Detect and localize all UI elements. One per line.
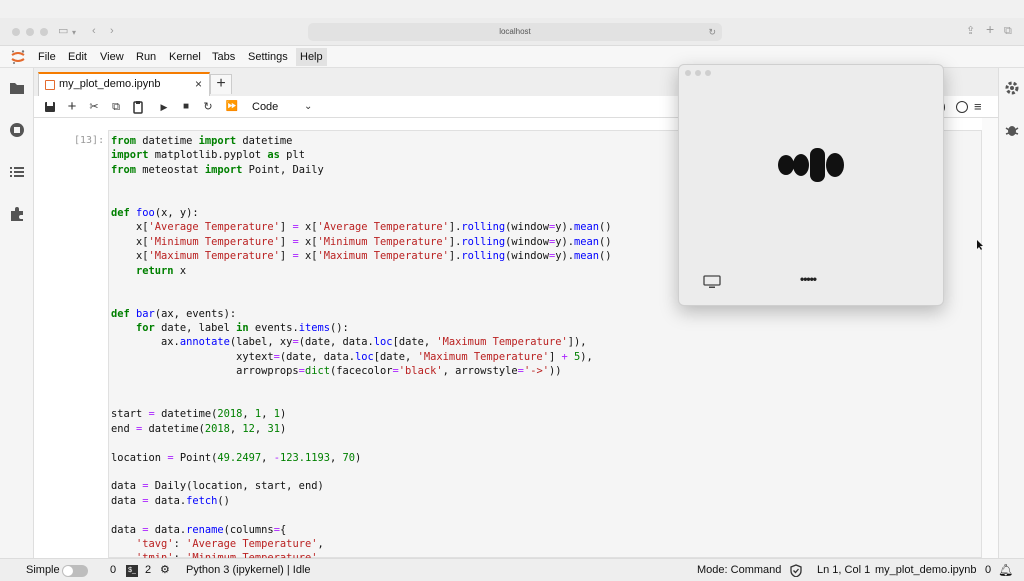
mouse-cursor-icon <box>977 240 983 250</box>
property-inspector-gear-icon[interactable] <box>1004 80 1020 96</box>
menu-file[interactable]: File <box>34 50 60 64</box>
jupyter-logo-icon <box>11 50 25 64</box>
screen: ▭ ▾ ‹ › localhost ↻ ⇪ + ⧉ File Edit View… <box>0 0 1024 581</box>
kernel-count[interactable]: 2 <box>145 564 151 577</box>
tab-notebook[interactable]: my_plot_demo.ipynb × <box>38 72 210 96</box>
cell-type-select[interactable]: Code <box>252 98 278 116</box>
app-logo-icon <box>778 148 844 182</box>
notebook-scrollbar[interactable] <box>982 118 998 558</box>
chevron-down-icon[interactable]: ⌄ <box>304 98 312 116</box>
tab-overview-icon[interactable]: ⧉ <box>1004 24 1012 38</box>
reload-icon[interactable]: ↻ <box>708 23 716 41</box>
save-icon[interactable] <box>42 99 58 115</box>
browser-toolbar: ▭ ▾ ‹ › localhost ↻ ⇪ + ⧉ <box>0 18 1024 46</box>
folder-icon[interactable] <box>9 80 25 96</box>
status-bar: Simple 0 $_ 2 ⚙ Python 3 (ipykernel) | I… <box>0 558 1024 581</box>
sidebar-toggle-icon[interactable]: ▭ <box>58 24 68 38</box>
terminal-icon[interactable]: $_ <box>126 565 138 577</box>
address-text: localhost <box>499 27 531 36</box>
overlay-window[interactable]: ••••• <box>678 64 944 306</box>
code-editor[interactable]: from datetime import datetime import matp… <box>111 134 612 558</box>
new-tab-icon[interactable]: + <box>986 22 994 36</box>
shield-check-icon[interactable] <box>790 564 802 577</box>
bell-icon[interactable]: 🔔︎ <box>998 564 1013 577</box>
menu-kernel[interactable]: Kernel <box>165 50 205 64</box>
running-kernels-icon[interactable] <box>9 122 25 138</box>
cut-icon[interactable]: ✂ <box>86 99 102 115</box>
overlay-minimize-button[interactable] <box>695 70 701 76</box>
paste-icon[interactable] <box>130 99 146 115</box>
left-sidebar <box>0 68 34 558</box>
kernel-status-circle-icon <box>956 101 968 113</box>
menu-edit[interactable]: Edit <box>64 50 91 64</box>
menu-lines-icon[interactable]: ≡ <box>974 99 982 115</box>
status-filename: my_plot_demo.ipynb <box>875 564 977 576</box>
menu-view[interactable]: View <box>96 50 128 64</box>
chevron-down-icon[interactable]: ▾ <box>72 26 76 40</box>
close-icon[interactable]: × <box>195 77 202 91</box>
back-icon[interactable]: ‹ <box>92 24 96 38</box>
menu-help[interactable]: Help <box>296 48 327 66</box>
maximize-window-button[interactable] <box>40 28 48 36</box>
overlay-maximize-button[interactable] <box>705 70 711 76</box>
kernel-gear-icon[interactable]: ⚙ <box>160 564 170 577</box>
cursor-position[interactable]: Ln 1, Col 1 <box>817 564 870 577</box>
notification-count[interactable]: 0 <box>985 564 991 577</box>
restart-icon[interactable]: ↻ <box>200 99 216 115</box>
notebook-icon <box>45 80 55 90</box>
right-sidebar <box>998 68 1024 558</box>
forward-icon[interactable]: › <box>110 24 114 38</box>
table-of-contents-icon[interactable] <box>9 164 25 180</box>
run-icon[interactable]: ▶ <box>156 99 172 115</box>
cell-prompt: [13]: <box>74 135 105 146</box>
address-bar[interactable]: localhost ↻ <box>308 23 722 41</box>
menu-tabs[interactable]: Tabs <box>208 50 239 64</box>
kernel-status[interactable]: Python 3 (ipykernel) | Idle <box>186 564 311 577</box>
stop-icon[interactable]: ■ <box>178 99 194 115</box>
fast-forward-icon[interactable]: ⏩ <box>224 99 240 115</box>
overlay-status-dots: ••••• <box>800 272 817 286</box>
new-launcher-button[interactable]: + <box>210 74 232 94</box>
add-cell-icon[interactable]: + <box>64 99 80 115</box>
monitor-icon[interactable] <box>703 275 721 289</box>
minimize-window-button[interactable] <box>26 28 34 36</box>
extension-puzzle-icon[interactable] <box>9 206 25 222</box>
menu-run[interactable]: Run <box>132 50 160 64</box>
terminal-count[interactable]: 0 <box>110 564 116 577</box>
copy-icon[interactable]: ⧉ <box>108 99 124 115</box>
simple-mode-toggle[interactable] <box>62 565 88 577</box>
debugger-bug-icon[interactable] <box>1004 122 1020 138</box>
menu-settings[interactable]: Settings <box>244 50 292 64</box>
overlay-close-button[interactable] <box>685 70 691 76</box>
close-window-button[interactable] <box>12 28 20 36</box>
notebook-mode: Mode: Command <box>697 564 782 576</box>
simple-mode-label: Simple <box>26 564 60 576</box>
share-icon[interactable]: ⇪ <box>966 24 975 38</box>
tab-label: my_plot_demo.ipynb <box>59 78 161 90</box>
